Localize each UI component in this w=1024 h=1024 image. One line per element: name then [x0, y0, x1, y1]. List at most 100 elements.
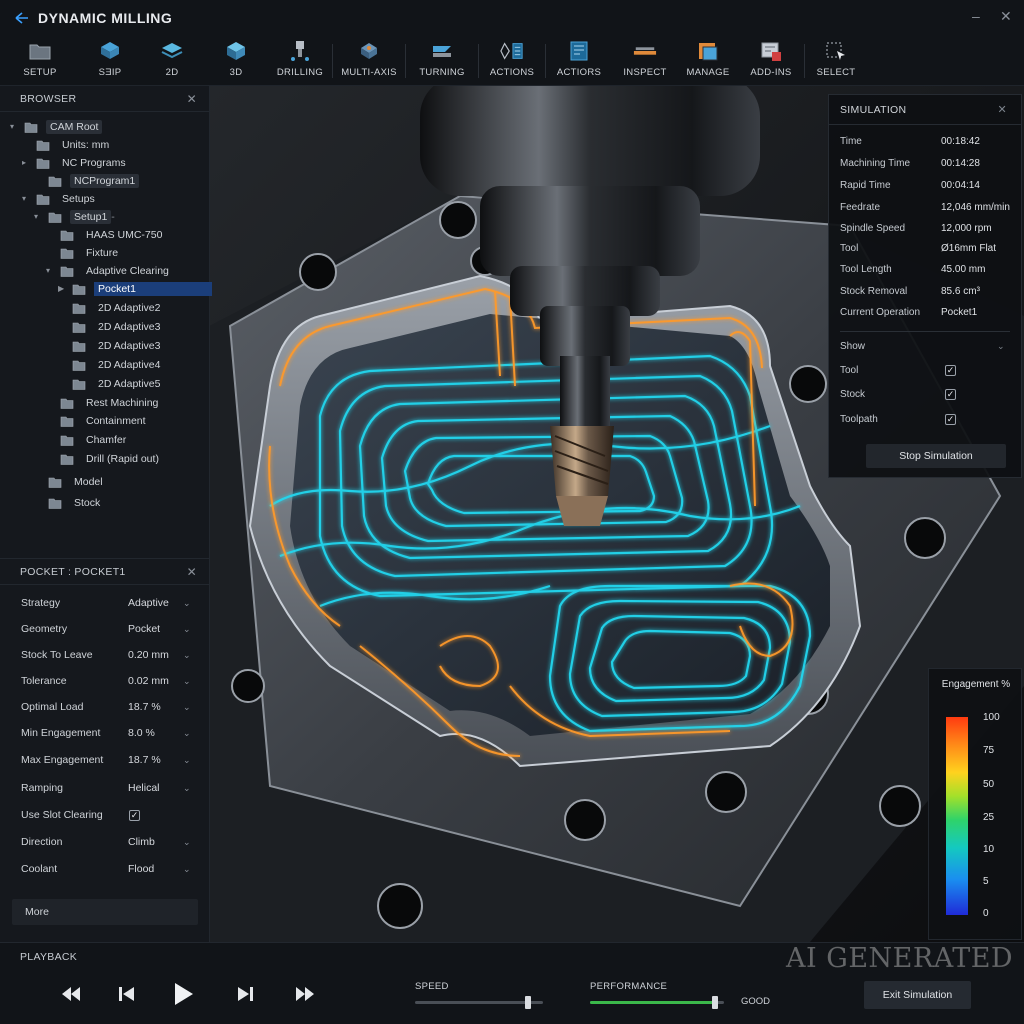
actions-panel-icon — [567, 39, 591, 63]
performance-fill — [590, 1001, 715, 1004]
stop-simulation-button[interactable]: Stop Simulation — [866, 444, 1006, 468]
show-option-row[interactable]: Stock ✓ — [829, 385, 1023, 403]
step-forward-button[interactable] — [232, 981, 258, 1007]
pocket-param-row[interactable]: Max Engagement 18.7 % ⌄ — [0, 750, 210, 770]
tree-item[interactable]: 2D Adaptive3 — [58, 337, 164, 354]
show-option-row[interactable]: Toolpath ✓ — [829, 410, 1023, 428]
tree-item[interactable]: Units: mm — [22, 136, 113, 153]
tree-node-icon — [48, 498, 62, 509]
chevron-down-icon[interactable]: ⌄ — [183, 783, 191, 794]
pocket-param-value[interactable]: Adaptive — [128, 597, 169, 609]
fast-forward-button[interactable] — [292, 981, 318, 1007]
show-option-row[interactable]: Tool ✓ — [829, 361, 1023, 379]
close-simulation-icon[interactable]: ✕ — [997, 103, 1007, 116]
tree-item[interactable]: Fixture — [46, 244, 122, 261]
tree-item[interactable]: ▾ Setup1 - — [34, 208, 115, 225]
pocket-param-value[interactable]: Helical — [128, 782, 160, 794]
tree-item[interactable]: ▶ Pocket1 — [58, 280, 212, 297]
minimize-icon[interactable]: – — [972, 8, 980, 24]
tree-expand-icon[interactable]: ▸ — [22, 158, 32, 167]
close-browser-icon[interactable]: ✕ — [187, 92, 197, 106]
pocket-param-row[interactable]: Tolerance 0.02 mm ⌄ — [0, 671, 210, 691]
pocket-param-value[interactable]: 18.7 % — [128, 754, 161, 766]
tree-item[interactable]: Stock — [34, 494, 104, 511]
tree-item[interactable]: ▾ CAM Root — [10, 118, 103, 135]
toolbar-setup[interactable]: SETUP — [0, 36, 80, 86]
exit-simulation-button[interactable]: Exit Simulation — [864, 981, 971, 1009]
tree-item[interactable]: 2D Adaptive4 — [58, 356, 164, 373]
pocket-param-row[interactable]: Stock To Leave 0.20 mm ⌄ — [0, 645, 210, 665]
pocket-param-label: Max Engagement — [21, 754, 104, 766]
chevron-down-icon[interactable]: ⌄ — [183, 864, 191, 875]
pocket-param-value[interactable]: 8.0 % — [128, 727, 155, 739]
performance-slider[interactable] — [590, 996, 724, 1009]
toolbar-2d[interactable]: 2D — [140, 36, 204, 86]
tree-expand-icon[interactable]: ▾ — [10, 122, 20, 131]
tree-item[interactable]: ▸ NC Programs — [22, 154, 130, 171]
pocket-param-value[interactable]: 18.7 % — [128, 701, 161, 713]
step-back-button[interactable] — [114, 981, 140, 1007]
tree-item[interactable]: 2D Adaptive5 — [58, 375, 164, 392]
toolbar-drilling[interactable]: DRILLING — [268, 36, 332, 86]
toolbar-inspect[interactable]: INSPECT — [612, 36, 678, 86]
close-window-icon[interactable]: ✕ — [1000, 8, 1012, 25]
more-button[interactable]: More — [12, 899, 198, 925]
tree-item[interactable]: NCProgram1 — [34, 172, 140, 189]
tree-item[interactable]: 2D Adaptive3 — [58, 318, 164, 335]
toolbar-multi-axis[interactable]: MULTI-AXIS — [333, 36, 405, 86]
pocket-param-row[interactable]: Strategy Adaptive ⌄ — [0, 593, 210, 613]
toolbar-3d[interactable]: 3D — [204, 36, 268, 86]
toolbar-stock[interactable]: SƎIP — [80, 36, 140, 86]
pocket-param-value[interactable]: 0.20 mm — [128, 649, 169, 661]
toolbar-select[interactable]: SELECT — [805, 36, 867, 86]
show-option-checkbox[interactable]: ✓ — [945, 388, 956, 400]
tree-expand-icon[interactable]: ▾ — [22, 194, 32, 203]
tree-item[interactable]: ▾ Adaptive Clearing — [46, 262, 173, 279]
chevron-down-icon[interactable]: ⌄ — [183, 624, 191, 635]
pocket-param-row[interactable]: Direction Climb ⌄ — [0, 832, 210, 852]
chevron-down-icon[interactable]: ⌄ — [183, 676, 191, 687]
tree-item[interactable]: HAAS UMC-750 — [46, 226, 166, 243]
speed-slider[interactable] — [415, 996, 543, 1009]
show-option-checkbox[interactable]: ✓ — [945, 413, 956, 425]
tree-item[interactable]: 2D Adaptive2 — [58, 299, 164, 316]
rewind-to-start-button[interactable] — [58, 981, 84, 1007]
pocket-param-value[interactable]: Flood — [128, 863, 154, 875]
pocket-param-row[interactable]: Geometry Pocket ⌄ — [0, 619, 210, 639]
toolbar-add-ins[interactable]: ADD-INS — [738, 36, 804, 86]
play-button[interactable] — [170, 981, 196, 1007]
pocket-param-row[interactable]: Ramping Helical ⌄ — [0, 778, 210, 798]
tree-expand-icon[interactable]: ▾ — [46, 266, 56, 275]
toolbar-turning[interactable]: TURNING — [406, 36, 478, 86]
pocket-param-row[interactable]: Optimal Load 18.7 % ⌄ — [0, 697, 210, 717]
pocket-param-value[interactable]: 0.02 mm — [128, 675, 169, 687]
pocket-param-row[interactable]: Use Slot Clearing ✓ — [0, 805, 210, 825]
tree-item[interactable]: Model — [34, 473, 107, 490]
tree-item[interactable]: ▾ Setups — [22, 190, 99, 207]
tree-expand-icon[interactable]: ▾ — [34, 212, 44, 221]
chevron-down-icon[interactable]: ⌄ — [183, 598, 191, 609]
show-section-header[interactable]: Show ⌄ — [829, 337, 1023, 355]
toolbar-manage[interactable]: MANAGE — [678, 36, 738, 86]
tree-item[interactable]: Containment — [46, 412, 150, 429]
slot-clearing-checkbox[interactable]: ✓ — [129, 809, 140, 821]
pocket-param-row[interactable]: Coolant Flood ⌄ — [0, 859, 210, 879]
pocket-param-row[interactable]: Min Engagement 8.0 % ⌄ — [0, 723, 210, 743]
close-pocket-icon[interactable]: ✕ — [187, 565, 197, 579]
chevron-down-icon[interactable]: ⌄ — [183, 755, 191, 766]
toolbar-actiors[interactable]: ACTIORS — [546, 36, 612, 86]
show-option-checkbox[interactable]: ✓ — [945, 364, 956, 376]
chevron-down-icon[interactable]: ⌄ — [183, 650, 191, 661]
tree-item[interactable]: Drill (Rapid out) — [46, 450, 163, 467]
tree-item[interactable]: Rest Machining — [46, 394, 162, 411]
tree-item[interactable]: Chamfer — [46, 431, 130, 448]
toolbar-actions[interactable]: ACTIONS — [479, 36, 545, 86]
pocket-param-value[interactable]: Pocket — [128, 623, 160, 635]
chevron-down-icon[interactable]: ⌄ — [183, 837, 191, 848]
speed-slider-handle[interactable] — [524, 996, 531, 1009]
pocket-param-value[interactable]: Climb — [128, 836, 155, 848]
chevron-down-icon[interactable]: ⌄ — [183, 702, 191, 713]
performance-slider-handle[interactable] — [711, 996, 718, 1009]
tree-expand-icon[interactable]: ▶ — [58, 284, 68, 293]
chevron-down-icon[interactable]: ⌄ — [183, 728, 191, 739]
